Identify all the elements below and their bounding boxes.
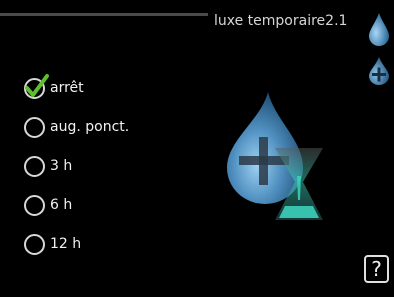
option-arret[interactable]: arrêt — [24, 73, 84, 101]
option-aug-ponct[interactable]: aug. ponct. — [24, 114, 129, 140]
option-label: 6 h — [50, 197, 73, 213]
option-label: 12 h — [50, 236, 82, 252]
page-number: 2.1 — [325, 13, 348, 29]
option-12h[interactable]: 12 h — [24, 231, 81, 257]
option-label: 3 h — [50, 158, 73, 174]
page-title-text: luxe temporaire — [214, 13, 326, 29]
help-button[interactable]: ? — [364, 255, 389, 283]
radio-button — [24, 155, 45, 177]
water-drop-hourglass-icon — [225, 90, 340, 234]
radio-button — [24, 116, 45, 138]
checkmark-icon — [25, 73, 49, 97]
water-drop-icon — [368, 12, 390, 50]
page-title: luxe temporaire2.1 — [214, 13, 347, 29]
option-label: aug. ponct. — [50, 119, 130, 135]
water-drop-plus-icon — [368, 56, 390, 90]
radio-button — [24, 233, 45, 255]
option-label: arrêt — [50, 80, 84, 96]
radio-selected — [24, 73, 49, 99]
radio-button — [24, 194, 45, 216]
option-3h[interactable]: 3 h — [24, 153, 72, 179]
header-bar — [0, 13, 208, 16]
option-6h[interactable]: 6 h — [24, 192, 72, 218]
